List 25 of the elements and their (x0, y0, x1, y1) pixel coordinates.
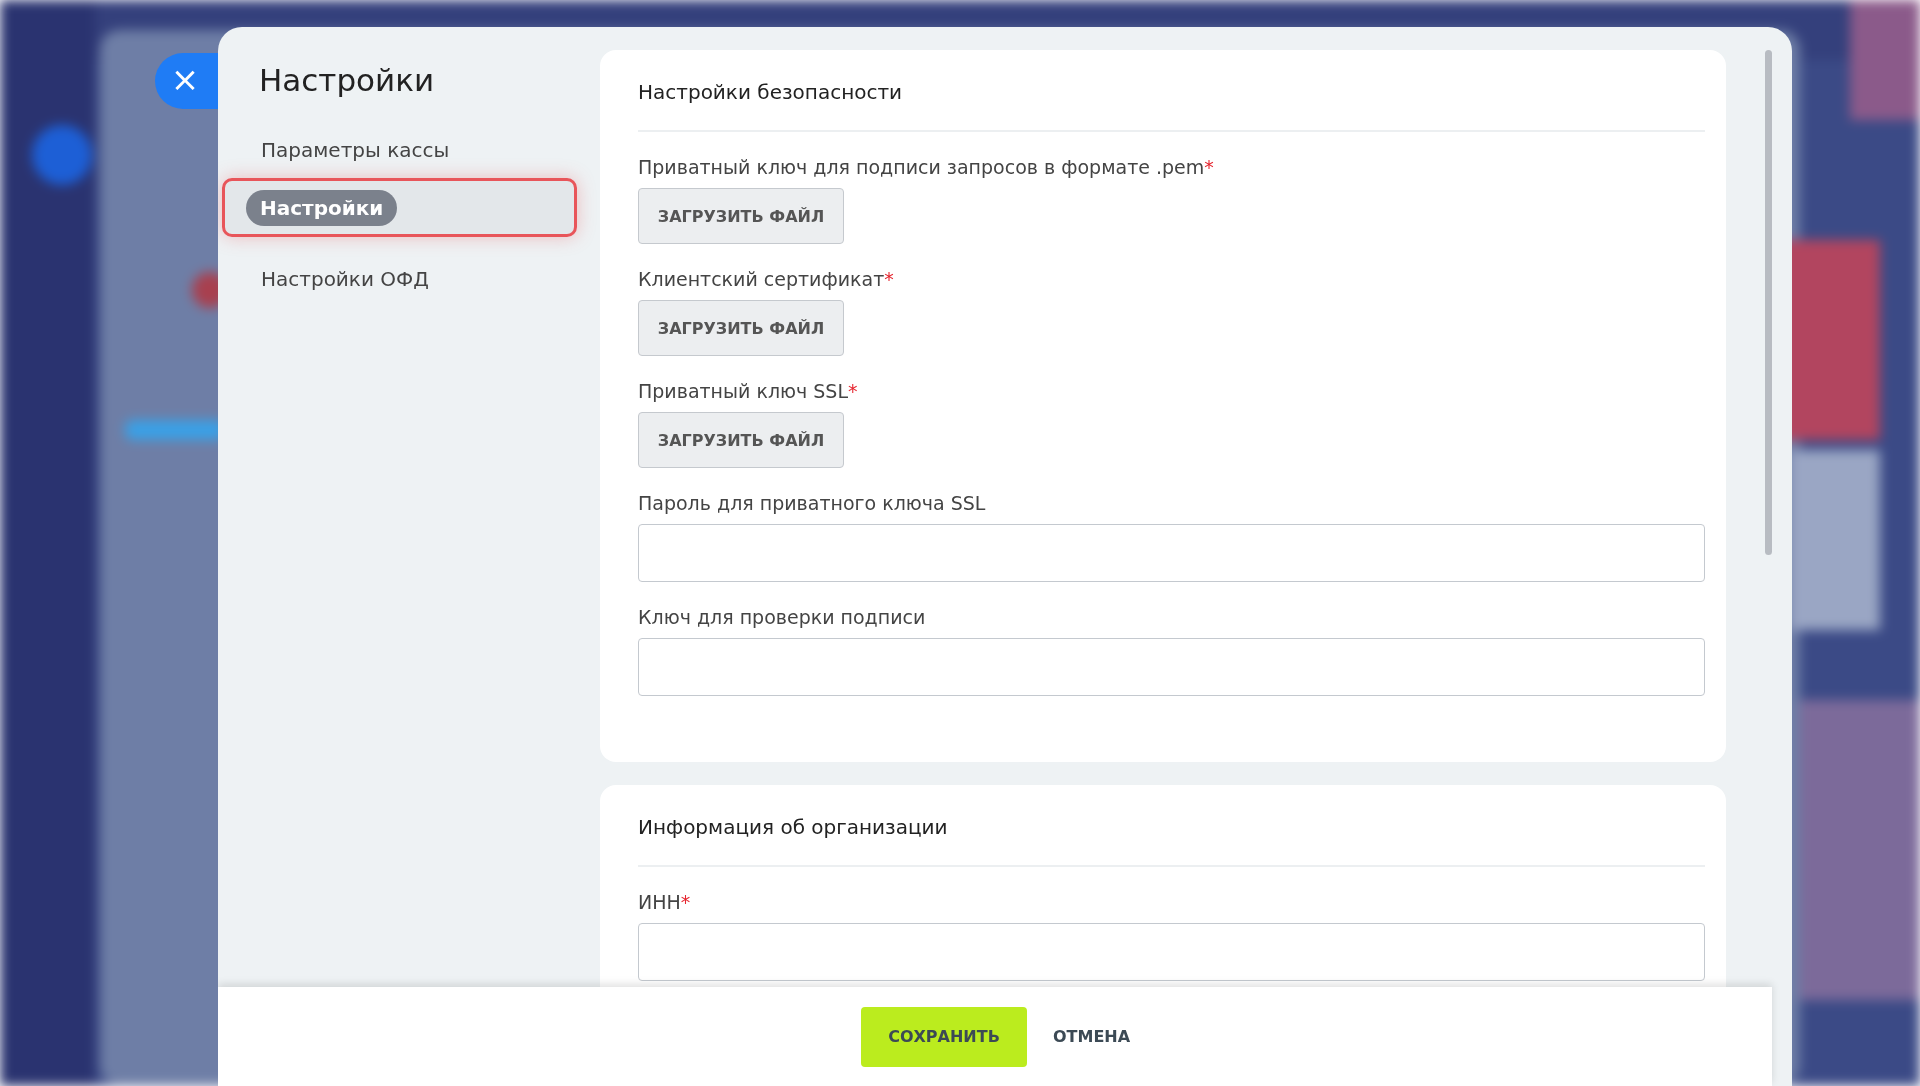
section-title: Настройки безопасности (638, 80, 904, 104)
input-field[interactable] (638, 923, 1705, 981)
field-label: Приватный ключ для подписи запросов в формате .pem (638, 156, 1205, 178)
required-mark: * (680, 891, 691, 913)
input-field[interactable] (638, 638, 1705, 696)
required-mark: * (884, 268, 894, 290)
upload-button[interactable]: ЗАГРУЗИТЬ ФАЙЛ (638, 412, 844, 468)
scrollbar[interactable] (1764, 50, 1772, 555)
field-label: Клиентский сертификат (638, 268, 885, 290)
field-label: Приватный ключ SSL (638, 380, 848, 402)
upload-button[interactable]: ЗАГРУЗИТЬ ФАЙЛ (638, 188, 844, 244)
field-label: ИНН (638, 891, 681, 913)
required-mark: * (1204, 156, 1214, 178)
cancel-button[interactable]: ОТМЕНА (1035, 1017, 1149, 1056)
sidebar-item[interactable]: Параметры кассы (261, 132, 450, 168)
sidebar-item[interactable]: Настройки ОФД (261, 261, 429, 297)
section-title: Информация об организации (638, 815, 949, 839)
input-field[interactable] (638, 524, 1705, 582)
field-label: Пароль для приватного ключа SSL (638, 492, 986, 514)
required-mark: * (848, 380, 858, 402)
save-button[interactable]: СОХРАНИТЬ (861, 1006, 1027, 1067)
dialog-title: Настройки (259, 62, 435, 98)
field-label: Ключ для проверки подписи (638, 606, 926, 628)
sidebar-item[interactable]: Настройки (246, 189, 398, 226)
upload-button[interactable]: ЗАГРУЗИТЬ ФАЙЛ (638, 300, 844, 356)
